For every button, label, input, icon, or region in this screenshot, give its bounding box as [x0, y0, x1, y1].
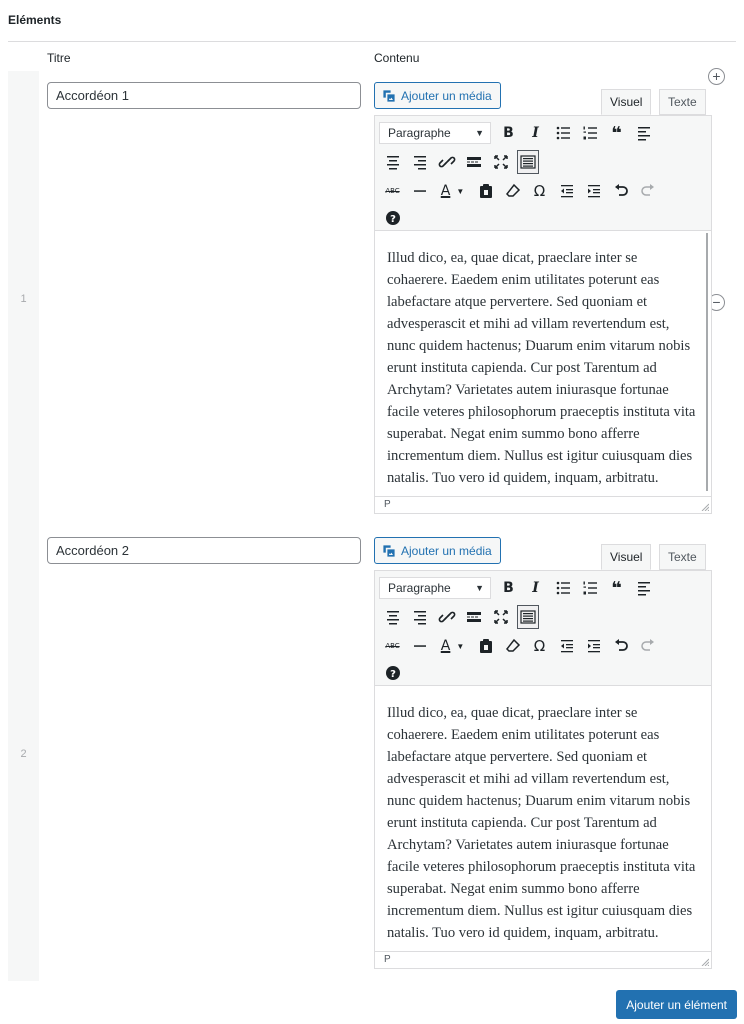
editor-status-bar: P: [375, 496, 711, 513]
editor-status-bar: P: [375, 951, 711, 968]
bold-button[interactable]: B: [498, 576, 520, 600]
svg-text:?: ?: [390, 669, 396, 680]
editor-box: Paragraphe ▼ B I ❝ ABC A ▼ Ω ? Illud dic…: [374, 570, 712, 969]
align-center-icon[interactable]: [382, 605, 404, 629]
align-left-icon[interactable]: [633, 576, 655, 600]
format-select-value: Paragraphe: [388, 581, 451, 595]
outdent-icon[interactable]: [556, 179, 578, 203]
align-center-icon[interactable]: [382, 150, 404, 174]
read-more-icon[interactable]: [463, 150, 485, 174]
editor-toolbar: Paragraphe ▼ B I ❝ ABC A ▼ Ω ?: [375, 116, 711, 231]
chevron-down-icon: ▼: [475, 583, 484, 593]
add-element-button[interactable]: Ajouter un élément: [616, 990, 737, 1019]
chevron-down-icon: ▼: [475, 128, 484, 138]
align-right-icon[interactable]: [409, 605, 431, 629]
horizontal-line-icon[interactable]: [409, 634, 431, 658]
align-left-icon[interactable]: [633, 121, 655, 145]
title-input[interactable]: [47, 537, 361, 564]
svg-text:?: ?: [390, 214, 396, 225]
media-icon: [381, 543, 397, 559]
column-header-content: Contenu: [374, 51, 420, 65]
row-number[interactable]: 2: [8, 526, 39, 981]
redo-icon[interactable]: [637, 179, 659, 203]
element-path[interactable]: P: [384, 499, 391, 510]
fullscreen-icon[interactable]: [490, 150, 512, 174]
content-text: Illud dico, ea, quae dicat, praeclare in…: [387, 705, 696, 941]
element-path[interactable]: P: [384, 954, 391, 965]
column-header-title: Titre: [47, 51, 71, 65]
tab-text[interactable]: Texte: [659, 89, 706, 115]
media-icon: [381, 88, 397, 104]
content-text: Illud dico, ea, quae dicat, praeclare in…: [387, 250, 696, 486]
text-color-icon[interactable]: A ▼: [436, 179, 470, 203]
indent-icon[interactable]: [583, 179, 605, 203]
special-character-icon[interactable]: Ω: [529, 179, 551, 203]
undo-icon[interactable]: [610, 634, 632, 658]
add-media-button[interactable]: Ajouter un média: [374, 537, 501, 564]
format-select[interactable]: Paragraphe ▼: [379, 122, 491, 144]
bullet-list-icon[interactable]: [552, 576, 574, 600]
numbered-list-icon[interactable]: [579, 576, 601, 600]
link-icon[interactable]: [436, 605, 458, 629]
repeater-row-1: 1 + − Ajouter un média Visuel Texte Para…: [8, 68, 736, 526]
editor-box: Paragraphe ▼ B I ❝ ABC A ▼ Ω ? Illud dic…: [374, 115, 712, 514]
resize-handle-icon[interactable]: [701, 503, 709, 511]
help-icon[interactable]: ?: [382, 206, 404, 230]
strikethrough-icon[interactable]: ABC: [382, 634, 404, 658]
content-area[interactable]: Illud dico, ea, quae dicat, praeclare in…: [375, 231, 711, 496]
strikethrough-icon[interactable]: ABC: [382, 179, 404, 203]
bold-button[interactable]: B: [498, 121, 520, 145]
blockquote-icon[interactable]: ❝: [606, 121, 628, 145]
fullscreen-icon[interactable]: [490, 605, 512, 629]
add-media-label: Ajouter un média: [401, 88, 492, 103]
row-number[interactable]: 1: [8, 71, 39, 526]
italic-button[interactable]: I: [525, 576, 547, 600]
content-area[interactable]: Illud dico, ea, quae dicat, praeclare in…: [375, 686, 711, 951]
outdent-icon[interactable]: [556, 634, 578, 658]
add-media-label: Ajouter un média: [401, 543, 492, 558]
tab-text[interactable]: Texte: [659, 544, 706, 570]
toolbar-toggle-icon[interactable]: [516, 605, 539, 629]
align-right-icon[interactable]: [409, 150, 431, 174]
italic-button[interactable]: I: [525, 121, 547, 145]
blockquote-icon[interactable]: ❝: [606, 576, 628, 600]
read-more-icon[interactable]: [463, 605, 485, 629]
special-character-icon[interactable]: Ω: [529, 634, 551, 658]
editor-toolbar: Paragraphe ▼ B I ❝ ABC A ▼ Ω ?: [375, 571, 711, 686]
section-label: Eléments: [8, 13, 62, 27]
format-select-value: Paragraphe: [388, 126, 451, 140]
tab-visual[interactable]: Visuel: [601, 89, 652, 115]
bullet-list-icon[interactable]: [552, 121, 574, 145]
horizontal-line-icon[interactable]: [409, 179, 431, 203]
paste-text-icon[interactable]: [475, 179, 497, 203]
scrollbar[interactable]: [706, 233, 708, 491]
undo-icon[interactable]: [610, 179, 632, 203]
indent-icon[interactable]: [583, 634, 605, 658]
toolbar-toggle-icon[interactable]: [516, 150, 539, 174]
redo-icon[interactable]: [637, 634, 659, 658]
numbered-list-icon[interactable]: [579, 121, 601, 145]
link-icon[interactable]: [436, 150, 458, 174]
add-media-button[interactable]: Ajouter un média: [374, 82, 501, 109]
paste-text-icon[interactable]: [475, 634, 497, 658]
clear-formatting-icon[interactable]: [502, 634, 524, 658]
text-color-icon[interactable]: A ▼: [436, 634, 470, 658]
resize-handle-icon[interactable]: [701, 958, 709, 966]
add-row-button[interactable]: +: [708, 68, 725, 85]
format-select[interactable]: Paragraphe ▼: [379, 577, 491, 599]
tab-visual[interactable]: Visuel: [601, 544, 652, 570]
repeater-row-2: 2 Ajouter un média Visuel Texte Paragrap…: [8, 526, 736, 981]
title-input[interactable]: [47, 82, 361, 109]
help-icon[interactable]: ?: [382, 661, 404, 685]
clear-formatting-icon[interactable]: [502, 179, 524, 203]
